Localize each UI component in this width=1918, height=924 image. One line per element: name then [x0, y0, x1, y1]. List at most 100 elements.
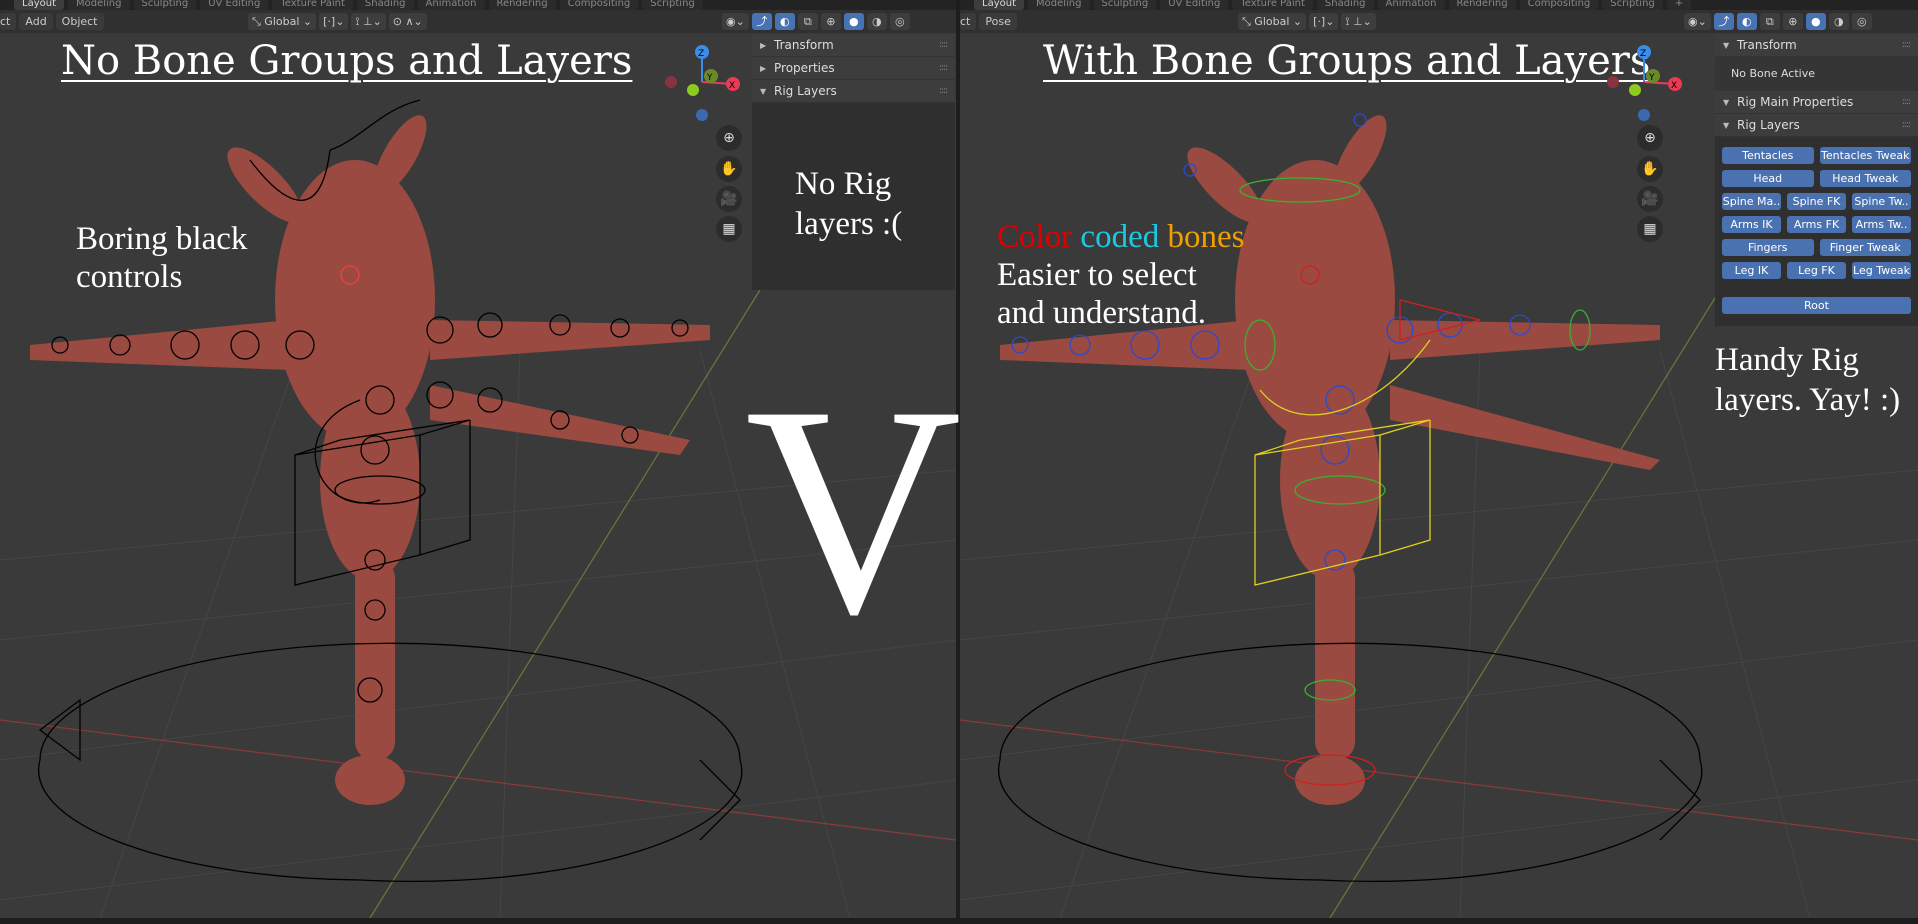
pivot-icon[interactable]: [·]⌄	[1309, 13, 1339, 30]
handy-rig-layers-note: Handy Rig layers. Yay! :)	[1715, 342, 1901, 418]
layer-button-arms-fk[interactable]: Arms FK	[1787, 216, 1846, 233]
tab-uv-editing[interactable]: UV Editing	[1160, 0, 1229, 10]
tab-layout[interactable]: Layout	[14, 0, 64, 10]
material-shading-icon[interactable]: ◑	[1828, 13, 1849, 30]
panel-rig-layers[interactable]: ▼ Rig Layers::::	[1715, 114, 1918, 137]
pivot-icon[interactable]: [·]⌄	[319, 13, 349, 30]
xray-icon[interactable]: ⧉	[797, 13, 818, 30]
gizmo-x-label: X	[1671, 81, 1677, 91]
layer-button-leg-ik[interactable]: Leg IK	[1722, 262, 1781, 279]
add-workspace-tab[interactable]: +	[1666, 0, 1692, 10]
gizmo-toggle-icon[interactable]: ⤴	[1713, 13, 1734, 30]
tab-compositing[interactable]: Compositing	[559, 0, 639, 10]
layer-button-fingers[interactable]: Fingers	[1722, 239, 1814, 256]
panel-properties[interactable]: ▶ Properties::::	[752, 57, 955, 80]
solid-shading-icon[interactable]: ●	[1805, 13, 1826, 30]
note-line-2: Easier to select	[997, 257, 1197, 293]
pan-hand-icon[interactable]: ✋	[716, 156, 742, 182]
layer-button-spine-tweak[interactable]: Spine Tw..	[1852, 193, 1911, 210]
drag-grip-icon[interactable]: ::::	[939, 86, 948, 96]
tab-rendering[interactable]: Rendering	[1448, 0, 1516, 10]
visibility-icon[interactable]: ◉⌄	[722, 13, 749, 30]
tab-sculpting[interactable]: Sculpting	[133, 0, 197, 10]
expanded-triangle-icon: ▼	[1723, 97, 1730, 107]
tab-texture-paint[interactable]: Texture Paint	[272, 0, 353, 10]
proportional-icon[interactable]: ⊙ ∧⌄	[388, 13, 427, 30]
overlay-toggle-icon[interactable]: ◐	[1736, 13, 1757, 30]
tab-modeling[interactable]: Modeling	[68, 0, 130, 10]
panel-transform[interactable]: ▼ Transform::::	[1715, 34, 1918, 57]
tab-shading[interactable]: Shading	[356, 0, 414, 10]
layer-button-root[interactable]: Root	[1722, 297, 1911, 314]
camera-icon[interactable]: 🎥	[716, 186, 742, 212]
ortho-grid-icon[interactable]: ▦	[716, 216, 742, 242]
layer-button-arms-tweak[interactable]: Arms Tw..	[1852, 216, 1911, 233]
drag-grip-icon[interactable]: ::::	[939, 40, 948, 50]
drag-grip-icon[interactable]: ::::	[1902, 97, 1911, 107]
note-word-coded: coded	[1080, 219, 1160, 255]
solid-shading-icon[interactable]: ●	[843, 13, 864, 30]
layer-button-head-tweak[interactable]: Head Tweak	[1819, 170, 1911, 187]
drag-grip-icon[interactable]: ::::	[939, 63, 948, 73]
panel-rig-main-properties[interactable]: ▼ Rig Main Properties::::	[1715, 91, 1918, 114]
render-shading-icon[interactable]: ◎	[889, 13, 910, 30]
zoom-icon[interactable]: ⊕	[1637, 125, 1663, 151]
visibility-icon[interactable]: ◉⌄	[1684, 13, 1711, 30]
tab-scripting[interactable]: Scripting	[642, 0, 703, 10]
tab-texture-paint[interactable]: Texture Paint	[1232, 0, 1313, 10]
menu-select[interactable]: ct	[0, 13, 17, 30]
tab-layout[interactable]: Layout	[974, 0, 1024, 10]
xray-icon[interactable]: ⧉	[1759, 13, 1780, 30]
overlay-toggle-icon[interactable]: ◐	[774, 13, 795, 30]
sidebar-panel-right: ▼ Transform:::: No Bone Active ▼Rig Main …	[1715, 34, 1918, 326]
tab-rendering[interactable]: Rendering	[488, 0, 556, 10]
layer-button-spine-fk[interactable]: Spine FK	[1787, 193, 1846, 210]
zoom-icon[interactable]: ⊕	[716, 125, 742, 151]
orientation-dropdown[interactable]: ⤡ Global ⌄	[248, 13, 317, 30]
no-bone-active-text: No Bone Active	[1715, 57, 1918, 91]
panel-label: Rig Main Properties	[1737, 95, 1854, 109]
collapsed-triangle-icon: ▶	[760, 40, 767, 50]
layer-button-leg-fk[interactable]: Leg FK	[1787, 262, 1846, 279]
menu-pose[interactable]: Pose	[979, 13, 1017, 30]
material-shading-icon[interactable]: ◑	[866, 13, 887, 30]
camera-icon[interactable]: 🎥	[1637, 186, 1663, 212]
tab-scripting[interactable]: Scripting	[1602, 0, 1663, 10]
layer-button-arms-ik[interactable]: Arms IK	[1722, 216, 1781, 233]
panel-label: Rig Layers	[774, 84, 837, 98]
render-shading-icon[interactable]: ◎	[1851, 13, 1872, 30]
snap-icon[interactable]: ⟟ ⊥⌄	[351, 13, 386, 30]
tab-modeling[interactable]: Modeling	[1028, 0, 1090, 10]
note-word-color: Color	[997, 219, 1073, 255]
tab-uv-editing[interactable]: UV Editing	[200, 0, 269, 10]
layer-button-tentacles[interactable]: Tentacles	[1722, 147, 1814, 164]
gizmo-toggle-icon[interactable]: ⤴	[751, 13, 772, 30]
panel-rig-layers[interactable]: ▼ Rig Layers::::	[752, 80, 955, 103]
tab-shading[interactable]: Shading	[1316, 0, 1374, 10]
wireframe-shading-icon[interactable]: ⊕	[820, 13, 841, 30]
ortho-grid-icon[interactable]: ▦	[1637, 216, 1663, 242]
wireframe-shading-icon[interactable]: ⊕	[1782, 13, 1803, 30]
collapsed-triangle-icon: ▶	[760, 63, 767, 73]
layer-button-finger-tweak[interactable]: Finger Tweak	[1819, 239, 1911, 256]
layer-button-spine-main[interactable]: Spine Ma..	[1722, 193, 1781, 210]
tab-sculpting[interactable]: Sculpting	[1093, 0, 1157, 10]
layer-button-tentacles-tweak[interactable]: Tentacles Tweak	[1819, 147, 1911, 164]
tab-compositing[interactable]: Compositing	[1519, 0, 1599, 10]
panel-transform[interactable]: ▶ Transform::::	[752, 34, 955, 57]
layer-button-head[interactable]: Head	[1722, 170, 1814, 187]
orientation-dropdown[interactable]: ⤡ Global ⌄	[1238, 13, 1307, 30]
menu-add[interactable]: Add	[19, 13, 53, 30]
expanded-triangle-icon: ▼	[1723, 40, 1730, 50]
drag-grip-icon[interactable]: ::::	[1902, 120, 1911, 130]
tab-animation[interactable]: Animation	[417, 0, 485, 10]
layer-button-leg-tweak[interactable]: Leg Tweak	[1852, 262, 1911, 279]
drag-grip-icon[interactable]: ::::	[1902, 40, 1911, 50]
menu-object[interactable]: Object	[55, 13, 104, 30]
pan-hand-icon[interactable]: ✋	[1637, 156, 1663, 182]
menu-select[interactable]: ct	[960, 13, 977, 30]
viewport-right[interactable]: Layout Modeling Sculpting UV Editing Tex…	[960, 0, 1918, 918]
tab-animation[interactable]: Animation	[1377, 0, 1445, 10]
sidebar-panel-left: ▶ Transform:::: ▶ Properties:::: ▼ Rig Laye…	[752, 34, 955, 290]
snap-icon[interactable]: ⟟ ⊥⌄	[1341, 13, 1376, 30]
